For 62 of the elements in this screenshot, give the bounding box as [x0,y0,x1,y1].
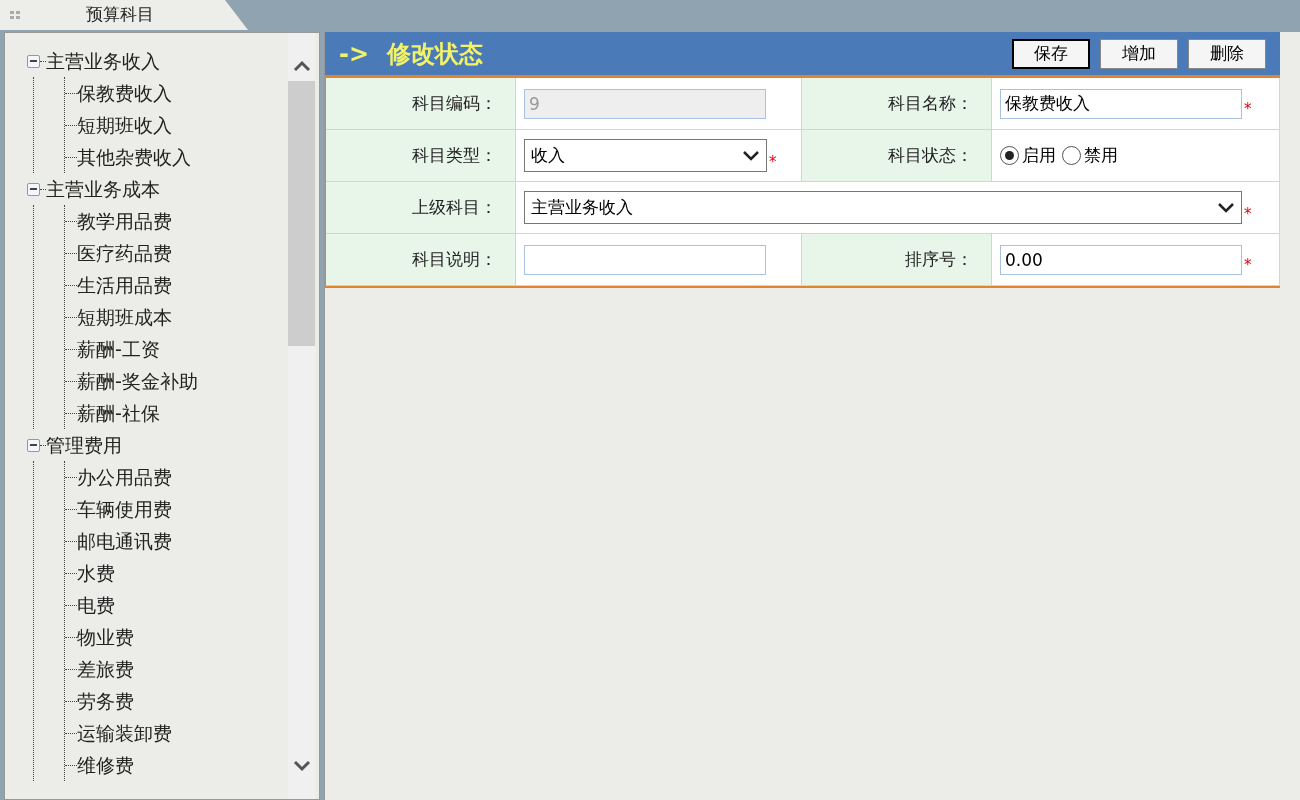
toolbar-button[interactable]: 删除 [1188,38,1266,69]
scroll-up-icon[interactable] [291,59,312,73]
radio-button[interactable] [1062,146,1081,165]
tree-item[interactable]: 电费 [77,590,115,620]
collapse-icon[interactable] [27,438,40,452]
radio-label: 启用 [1022,143,1056,167]
panel-tab[interactable]: 预算科目 [0,0,248,30]
collapse-icon[interactable] [27,54,40,68]
tree-item[interactable]: 水费 [77,558,115,588]
dropdown-field[interactable]: 收入 [524,139,767,172]
field-label: 科目名称： [888,91,973,115]
tree-item[interactable]: 短期班收入 [77,110,172,140]
field-label: 上级科目： [412,195,497,219]
toolbar-button[interactable]: 保存 [1012,38,1090,69]
tree-item[interactable]: 短期班成本 [77,302,172,332]
tree-item[interactable]: 其他杂费收入 [77,142,191,172]
collapse-icon[interactable] [27,182,40,196]
tree-item[interactable]: 物业费 [77,622,134,652]
required-asterisk: * [1244,207,1252,222]
required-asterisk: * [769,155,777,170]
radio-button[interactable] [1000,146,1019,165]
field-label: 科目说明： [412,247,497,271]
tree-item[interactable]: 保教费收入 [77,78,172,108]
tree-item[interactable]: 薪酬-社保 [77,398,160,428]
tree-item[interactable]: 维修费 [77,750,134,780]
tree-item[interactable]: 主营业务收入 [46,46,160,76]
tab-title: 预算科目 [86,3,154,27]
required-asterisk: * [1244,101,1252,117]
field-label: 科目状态： [888,143,973,167]
text-field[interactable] [524,244,766,275]
scrollbar[interactable] [288,33,315,799]
dropdown-value: 收入 [531,143,565,167]
header-arrow: -> [339,38,370,70]
field-label: 排序号： [905,247,973,271]
field-label: 科目类型： [412,143,497,167]
tree-item[interactable]: 劳务费 [77,686,134,716]
tree-item[interactable]: 主营业务成本 [46,174,160,204]
header-title: 修改状态 [387,38,484,70]
tree-item[interactable]: 车辆使用费 [77,494,172,524]
scrollbar-thumb[interactable] [288,81,315,346]
chevron-down-icon [742,149,760,162]
text-field[interactable]: 保教费收入 [1000,88,1242,119]
tree-item[interactable]: 管理费用 [46,430,122,460]
text-field[interactable]: 0.00 [1000,244,1242,275]
dropdown-field[interactable]: 主营业务收入 [524,191,1242,224]
required-asterisk: * [1244,257,1252,273]
tree-item[interactable]: 薪酬-奖金补助 [77,366,198,396]
chevron-down-icon [1217,201,1235,214]
tree-item[interactable]: 医疗药品费 [77,238,172,268]
toolbar-button[interactable]: 增加 [1100,38,1178,69]
tree-item[interactable]: 差旅费 [77,654,134,684]
tree-item[interactable]: 邮电通讯费 [77,526,172,556]
grip-icon [10,11,20,19]
tree-item[interactable]: 办公用品费 [77,462,172,492]
tree-item[interactable]: 教学用品费 [77,206,172,236]
scroll-down-icon[interactable] [291,759,312,773]
field-label: 科目编码： [412,91,497,115]
tree-item[interactable]: 生活用品费 [77,270,172,300]
dropdown-value: 主营业务收入 [531,195,633,219]
radio-label: 禁用 [1084,143,1118,167]
tree-item[interactable]: 薪酬-工资 [77,334,160,364]
tree-item[interactable]: 运输装卸费 [77,718,172,748]
